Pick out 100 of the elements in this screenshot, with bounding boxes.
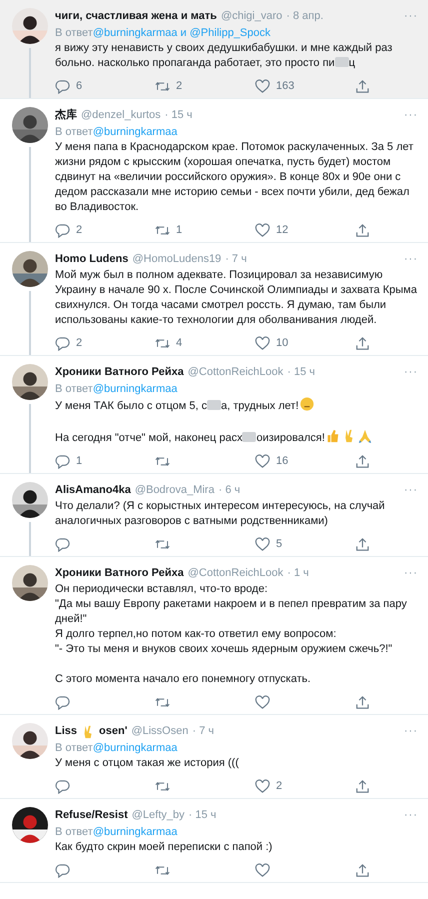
heart-icon xyxy=(255,454,270,468)
share-icon xyxy=(355,778,370,794)
more-options-button[interactable]: ··· xyxy=(404,565,418,582)
more-options-button[interactable]: ··· xyxy=(404,723,418,740)
reply-button[interactable]: 6 xyxy=(55,78,155,94)
post-text: На сегодня "отче" мой, наконец расх оизировался! xyxy=(55,431,325,446)
share-button[interactable] xyxy=(355,694,370,710)
retweet-button[interactable]: 2 xyxy=(155,78,255,94)
heart-icon xyxy=(255,694,270,710)
share-icon xyxy=(355,694,370,710)
more-options-button[interactable]: ··· xyxy=(404,251,418,268)
speech-bubble-icon xyxy=(55,336,70,350)
face-emoji-icon xyxy=(300,397,314,411)
user-handle[interactable]: @chigi_varo xyxy=(220,8,282,25)
post-text: Я долго терпел,но потом как-то ответил ему вопросом: xyxy=(55,627,336,642)
user-name[interactable]: 杰库 xyxy=(55,107,77,124)
post-text: У меня папа в Краснодарском крае. Потомок раскулаченных. За 5 лет жизни рядом с крысским (хорошая опечатка, пусть будет) мостом сдвинут на «величии российского оружия». В конце 80х и 90е они с дедом рассказали мне историю семьи - всех почти убили, дед бежал во Владивосток. xyxy=(55,140,414,215)
user-name[interactable]: Хроники Ватного Рейха xyxy=(55,364,184,381)
user-handle[interactable]: @LissOsen xyxy=(131,723,188,740)
speech-bubble-icon xyxy=(55,694,70,710)
like-button[interactable]: 2 xyxy=(255,778,355,794)
post-text: С этого момента начало его понемногу отпускать. xyxy=(55,672,311,687)
share-button[interactable] xyxy=(355,78,370,94)
speech-bubble-icon xyxy=(55,222,70,238)
post-time[interactable]: · 6 ч xyxy=(218,482,240,499)
user-handle[interactable]: @denzel_kurtos xyxy=(81,107,161,124)
share-button[interactable] xyxy=(355,454,370,468)
user-handle[interactable]: @HomoLudens19 xyxy=(132,251,222,268)
reply-button[interactable]: 2 xyxy=(55,222,155,238)
retweet-button[interactable]: 1 xyxy=(155,222,255,238)
reply-button[interactable]: 2 xyxy=(55,336,155,350)
reply-label: В ответ xyxy=(55,742,93,754)
reply-label: В ответ xyxy=(55,383,93,395)
speech-bubble-icon xyxy=(55,78,70,94)
share-button[interactable] xyxy=(355,336,370,350)
user-handle[interactable]: @Lefty_by xyxy=(132,807,185,824)
speech-bubble-icon xyxy=(55,454,70,468)
more-options-button[interactable]: ··· xyxy=(404,107,418,124)
heart-icon xyxy=(255,336,270,350)
user-handle[interactable]: @CottonReichLook xyxy=(188,364,284,381)
user-name[interactable]: Homo Ludens xyxy=(55,251,128,268)
heart-icon xyxy=(255,78,270,94)
user-name[interactable]: Хроники Ватного Рейха xyxy=(55,565,184,582)
post-text: "- Это ты меня и внуков своих хочешь ядерным оружием сжечь?!" xyxy=(55,642,392,657)
thumbs-up-icon xyxy=(326,429,340,443)
post-text: Он периодически вставлял, что-то вроде: xyxy=(55,582,268,597)
mention-link[interactable]: @burningkarmaa и @Philipp_Spock xyxy=(92,27,271,39)
user-handle[interactable]: @CottonReichLook xyxy=(188,565,284,582)
share-button[interactable] xyxy=(355,536,370,552)
post-time[interactable]: · 1 ч xyxy=(287,565,309,582)
user-name[interactable]: Liss xyxy=(55,723,78,740)
share-icon xyxy=(355,862,370,878)
share-icon xyxy=(355,536,370,552)
share-button[interactable] xyxy=(355,862,370,878)
mention-link[interactable]: @burningkarmaa xyxy=(92,126,178,138)
more-options-button[interactable]: ··· xyxy=(404,364,418,381)
heart-icon xyxy=(255,862,270,878)
post-time[interactable]: · 8 апр. xyxy=(286,8,324,25)
post-time[interactable]: · 15 ч xyxy=(287,364,316,381)
post-text: У меня с отцом такая же история ((( xyxy=(55,756,239,771)
user-name[interactable]: AlisAmano4ka xyxy=(55,482,131,499)
reply-label: В ответ xyxy=(55,126,93,138)
heart-icon xyxy=(255,536,270,552)
post-time[interactable]: · 7 ч xyxy=(225,251,247,268)
user-name[interactable]: чиги, счастливая жена и мать xyxy=(55,8,217,25)
user-name[interactable]: Refuse/Resist xyxy=(55,807,128,824)
reply-button[interactable]: 1 xyxy=(55,454,155,468)
retweet-button[interactable]: 4 xyxy=(155,336,255,350)
share-button[interactable] xyxy=(355,222,370,238)
post-text: Как будто скрин моей переписки с папой :) xyxy=(55,840,272,855)
heart-icon xyxy=(255,222,270,238)
mention-link[interactable]: @burningkarmaa xyxy=(92,742,178,754)
post-text: Что делали? (Я с корыстных интересом интересуюсь, на случай аналогичных разговоров с ватными родственниками) xyxy=(55,499,386,529)
more-options-button[interactable]: ··· xyxy=(404,807,418,824)
like-button[interactable]: 12 xyxy=(255,222,355,238)
share-button[interactable] xyxy=(355,778,370,794)
mention-link[interactable]: @burningkarmaa xyxy=(92,826,178,838)
reply-label: В ответ xyxy=(55,826,93,838)
heart-icon xyxy=(255,778,270,794)
praying-hands-icon xyxy=(358,429,372,443)
more-options-button[interactable]: ··· xyxy=(404,482,418,499)
reply-label: В ответ xyxy=(55,27,93,39)
share-icon xyxy=(355,336,370,350)
like-button[interactable]: 163 xyxy=(255,78,355,94)
more-options-button[interactable]: ··· xyxy=(404,8,418,25)
speech-bubble-icon xyxy=(55,862,70,878)
post-time[interactable]: · 7 ч xyxy=(192,723,214,740)
post-time[interactable]: · 15 ч xyxy=(188,807,216,824)
like-button[interactable]: 5 xyxy=(255,536,355,552)
user-name[interactable]: osen' xyxy=(99,723,128,740)
post-text: "Да мы вашу Европу ракетами накроем и в пепел превратим за пару дней!" xyxy=(55,597,408,627)
like-button[interactable]: 16 xyxy=(255,454,355,468)
like-button[interactable]: 10 xyxy=(255,336,355,350)
post-time[interactable]: · 15 ч xyxy=(164,107,192,124)
post-text: Мой муж был в полном адеквате. Позицировал за независимую Украину в начале 90 х. После Сочинской Олимпиады и захвата Крыма свихнулся. Он тогда часами смотрел россть. Я думаю, там были использованы какие-то технологии для оболванивания людей. xyxy=(55,268,418,328)
share-icon xyxy=(355,454,370,468)
share-icon xyxy=(355,222,370,238)
user-handle[interactable]: @Bodrova_Mira xyxy=(134,482,214,499)
share-icon xyxy=(355,78,370,94)
mention-link[interactable]: @burningkarmaa xyxy=(92,383,178,395)
